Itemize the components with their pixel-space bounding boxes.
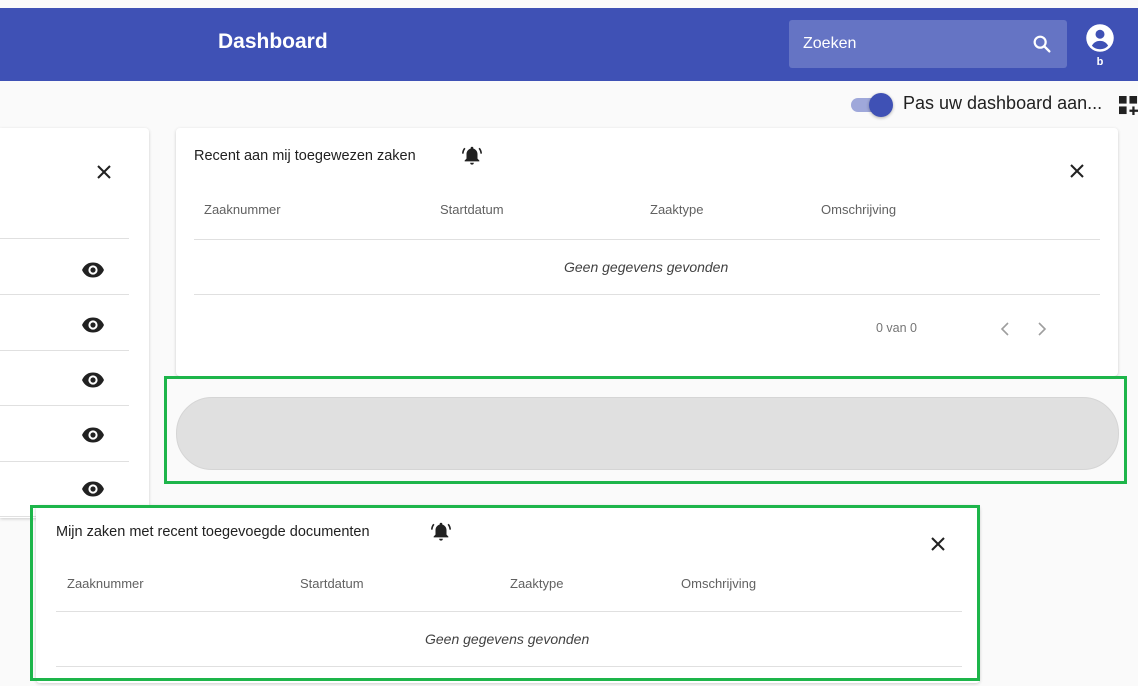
assigned-cases-card: Recent aan mij toegewezen zaken Zaaknumm… [176,128,1118,376]
column-header[interactable]: Startdatum [300,576,364,591]
column-header[interactable]: Zaaktype [510,576,563,591]
eye-icon[interactable] [81,477,105,501]
toggle-knob [869,93,893,117]
drop-placeholder [176,397,1119,470]
footer-divider [194,294,1100,295]
pager-range: 0 van 0 [876,321,918,335]
customize-dashboard-toggle[interactable] [851,92,893,118]
dashboard-customize-icon[interactable] [1119,96,1138,115]
recent-documents-card: Mijn zaken met recent toegevoegde docume… [36,505,980,683]
column-header[interactable]: Zaaktype [650,202,703,217]
column-header[interactable]: Omschrijving [821,202,896,217]
search-box[interactable] [789,20,1067,68]
card-title: Mijn zaken met recent toegevoegde docume… [56,524,370,540]
empty-message: Geen gegevens gevonden [564,259,729,275]
row-divider [0,405,129,406]
card-title: Recent aan mij toegewezen zaken [194,148,416,164]
search-icon[interactable] [1031,33,1053,55]
row-divider [0,350,129,351]
eye-icon[interactable] [81,423,105,447]
close-icon[interactable] [1067,161,1087,181]
user-initial: b [1096,56,1104,68]
account-circle-icon[interactable] [1085,23,1115,53]
left-widget-card [0,128,149,518]
row-divider [0,294,129,295]
empty-message: Geen gegevens gevonden [425,631,590,647]
header-divider [56,611,962,612]
eye-icon[interactable] [81,258,105,282]
page-title: Dashboard [218,30,328,53]
customize-dashboard-label: Pas uw dashboard aan... [903,93,1103,113]
close-icon[interactable] [94,162,114,182]
user-menu[interactable]: b [1084,23,1116,73]
column-header[interactable]: Zaaknummer [204,202,281,217]
column-header[interactable]: Startdatum [440,202,504,217]
eye-icon[interactable] [81,368,105,392]
row-divider [0,238,129,239]
footer-divider [56,666,962,667]
search-input[interactable] [803,32,1023,56]
close-icon[interactable] [928,534,948,554]
eye-icon[interactable] [81,313,105,337]
column-header[interactable]: Omschrijving [681,576,756,591]
app-header: Dashboard b [0,8,1138,81]
chevron-right-icon[interactable] [1032,320,1050,338]
bell-icon[interactable] [461,144,483,166]
bell-icon[interactable] [430,520,452,542]
column-header[interactable]: Zaaknummer [67,576,144,591]
chevron-left-icon[interactable] [997,320,1015,338]
header-divider [194,239,1100,240]
row-divider [0,461,129,462]
